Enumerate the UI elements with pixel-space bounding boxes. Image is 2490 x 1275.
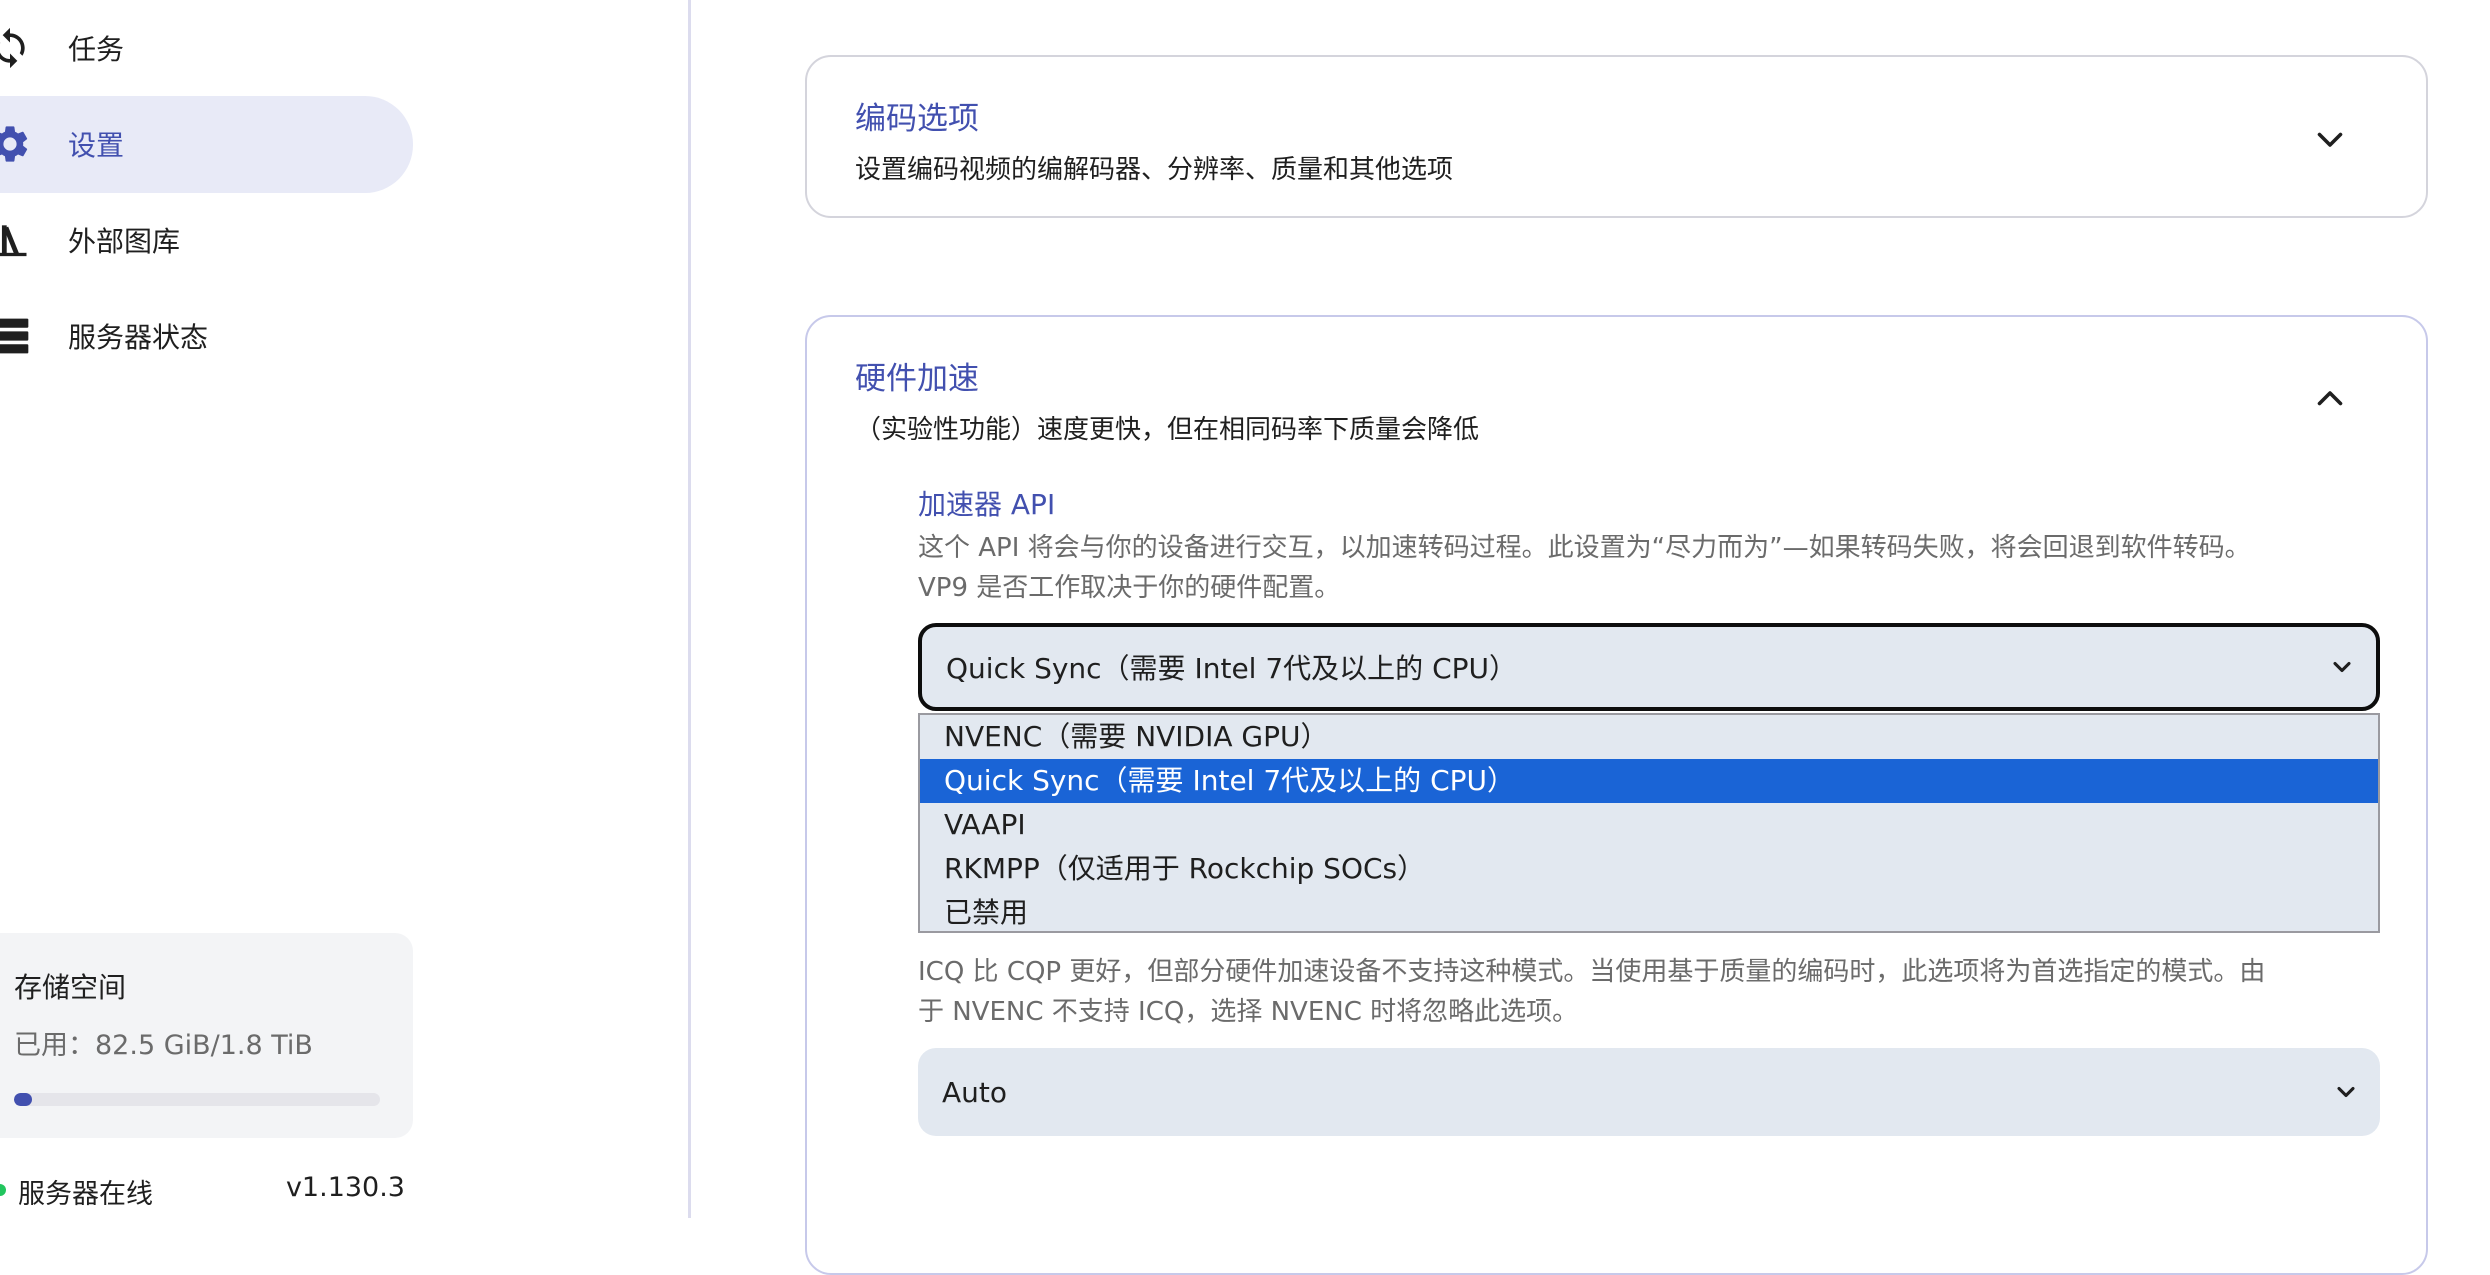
- encoding-options-panel[interactable]: 编码选项 设置编码视频的编解码器、分辨率、质量和其他选项: [805, 55, 2428, 218]
- accel-api-desc-line2: VP9 是否工作取决于你的硬件配置。: [918, 573, 1341, 603]
- chevron-down-icon: [2332, 1078, 2360, 1106]
- sidebar-item-label: 外部图库: [68, 225, 181, 258]
- sidebar-item-label: 设置: [68, 129, 125, 162]
- accel-api-dropdown-list: NVENC（需要 NVIDIA GPU） Quick Sync（需要 Intel…: [918, 713, 2380, 933]
- library-icon: [0, 218, 32, 262]
- chevron-down-icon[interactable]: [2312, 121, 2348, 157]
- storage-title: 存储空间: [14, 971, 127, 1004]
- server-status: 服务器在线 v1.130.3: [0, 1172, 413, 1212]
- storage-progress-fill: [14, 1093, 32, 1106]
- accel-api-select[interactable]: Quick Sync（需要 Intel 7代及以上的 CPU）: [918, 623, 2380, 711]
- dropdown-option[interactable]: VAAPI: [920, 803, 2378, 847]
- sidebar-item-label: 服务器状态: [68, 321, 209, 354]
- version-text[interactable]: v1.130.3: [286, 1172, 405, 1203]
- server-status-text: 服务器在线: [18, 1179, 153, 1210]
- storage-card: 存储空间 已用：82.5 GiB/1.8 TiB: [0, 933, 413, 1138]
- dropdown-option[interactable]: 已禁用: [920, 891, 2378, 935]
- sidebar-divider: [688, 0, 691, 1218]
- sidebar-item-settings[interactable]: 设置: [0, 96, 413, 193]
- panel-title: 编码选项: [855, 101, 979, 137]
- chevron-up-icon[interactable]: [2312, 381, 2348, 417]
- chevron-down-icon: [2328, 653, 2356, 681]
- sidebar-item-label: 任务: [68, 33, 125, 66]
- dropdown-option[interactable]: NVENC（需要 NVIDIA GPU）: [920, 715, 2378, 759]
- gear-icon: [0, 122, 32, 166]
- constant-quality-desc-line2: 于 NVENC 不支持 ICQ，选择 NVENC 时将忽略此选项。: [918, 997, 1579, 1027]
- sidebar: 任务 设置 外部图库 服务器状态 存储空间 已用：82.5 GiB/1.8 Ti…: [0, 0, 690, 1218]
- constant-quality-description: ICQ 比 CQP 更好，但部分硬件加速设备不支持这种模式。当使用基于质量的编码…: [918, 952, 2388, 1032]
- sidebar-item-external-libraries[interactable]: 外部图库: [0, 192, 413, 289]
- server-icon: [0, 314, 32, 358]
- storage-progress-bar: [14, 1093, 380, 1106]
- sidebar-item-jobs[interactable]: 任务: [0, 0, 413, 97]
- panel-description: （实验性功能）速度更快，但在相同码率下质量会降低: [855, 415, 1480, 445]
- accel-api-title: 加速器 API: [918, 488, 1056, 521]
- accel-api-description: 这个 API 将会与你的设备进行交互，以加速转码过程。此设置为“尽力而为”—如果…: [918, 528, 2388, 608]
- dropdown-option[interactable]: RKMPP（仅适用于 Rockchip SOCs）: [920, 847, 2378, 891]
- constant-quality-desc-line1: ICQ 比 CQP 更好，但部分硬件加速设备不支持这种模式。当使用基于质量的编码…: [918, 957, 2266, 987]
- sidebar-item-server-status[interactable]: 服务器状态: [0, 288, 413, 385]
- constant-quality-select[interactable]: Auto: [918, 1048, 2380, 1136]
- constant-quality-selected-value: Auto: [942, 1075, 1008, 1109]
- accel-api-desc-line1: 这个 API 将会与你的设备进行交互，以加速转码过程。此设置为“尽力而为”—如果…: [918, 533, 2251, 563]
- panel-title: 硬件加速: [855, 361, 979, 397]
- online-dot-icon: [0, 1184, 6, 1196]
- sync-icon: [0, 26, 32, 70]
- storage-used-text: 已用：82.5 GiB/1.8 TiB: [14, 1030, 313, 1061]
- accel-api-selected-value: Quick Sync（需要 Intel 7代及以上的 CPU）: [946, 652, 1517, 685]
- dropdown-option[interactable]: Quick Sync（需要 Intel 7代及以上的 CPU）: [920, 759, 2378, 803]
- panel-description: 设置编码视频的编解码器、分辨率、质量和其他选项: [855, 155, 1454, 185]
